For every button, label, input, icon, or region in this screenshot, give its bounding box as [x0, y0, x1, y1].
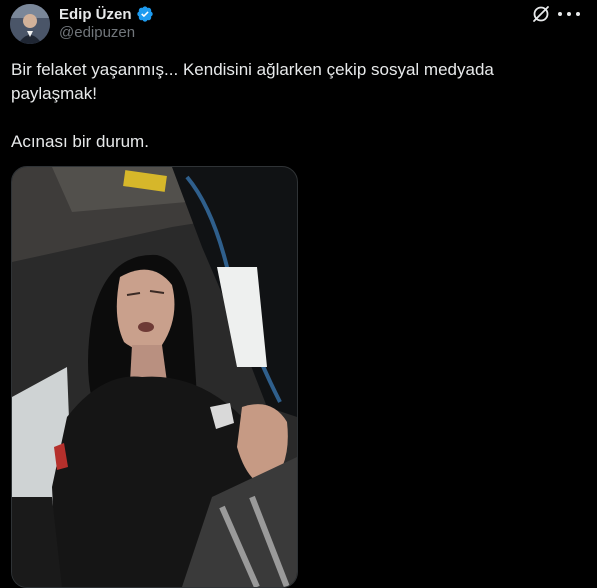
- author-handle[interactable]: @edipuzen: [59, 24, 135, 41]
- tweet-text: Bir felaket yaşanmış... Kendisini ağlark…: [11, 58, 571, 154]
- tweet-media-video[interactable]: [11, 166, 298, 588]
- verified-badge-icon: [136, 5, 154, 23]
- dot-icon: [567, 12, 571, 16]
- dot-icon: [558, 12, 562, 16]
- tweet-text-line1: Bir felaket yaşanmış... Kendisini ağlark…: [11, 60, 494, 103]
- author-name-row[interactable]: Edip Üzen: [59, 3, 154, 25]
- more-horizontal-icon[interactable]: [558, 4, 580, 24]
- dot-icon: [576, 12, 580, 16]
- author-display-name[interactable]: Edip Üzen: [59, 6, 132, 23]
- author-avatar[interactable]: [10, 4, 50, 44]
- grok-icon[interactable]: [531, 4, 551, 24]
- tweet-text-line2: Acınası bir durum.: [11, 132, 149, 151]
